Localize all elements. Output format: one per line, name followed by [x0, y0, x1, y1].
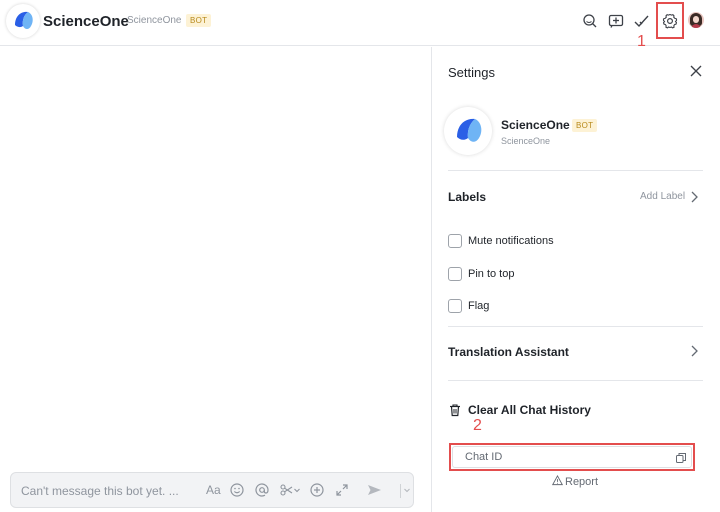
send-icon[interactable] [366, 482, 382, 498]
bot-logo[interactable] [6, 4, 40, 38]
chat-id-field[interactable]: Chat ID [452, 446, 692, 468]
divider [448, 326, 703, 327]
user-avatar[interactable] [688, 12, 704, 28]
pin-to-top-checkbox[interactable] [448, 267, 462, 281]
settings-title: Settings [448, 65, 495, 80]
warning-icon [551, 474, 564, 486]
add-label-link[interactable]: Add Label [640, 191, 685, 202]
chat-header: ScienceOne ScienceOne BOT 1 [0, 0, 720, 50]
flag-label: Flag [468, 300, 490, 312]
settings-highlight-box [656, 2, 684, 39]
bot-badge: BOT [186, 14, 212, 27]
bot-profile-logo [444, 107, 492, 155]
annotation-number-2: 2 [473, 417, 482, 434]
divider [448, 170, 703, 171]
bot-profile-badge: BOT [572, 119, 598, 132]
expand-icon[interactable] [334, 482, 350, 498]
flag-checkbox[interactable] [448, 299, 462, 313]
divider [448, 380, 703, 381]
bot-profile-name: ScienceOne [501, 118, 570, 132]
settings-panel: Settings ScienceOne BOT ScienceOne Label… [431, 47, 720, 512]
scissors-dropdown-icon[interactable] [293, 482, 301, 498]
chat-area: Can't message this bot yet. ... Aa [0, 47, 430, 512]
share-chat-icon[interactable] [606, 11, 626, 31]
chat-subtitle: ScienceOne [127, 15, 182, 26]
clear-chat-history-button[interactable]: Clear All Chat History [468, 403, 591, 417]
text-format-icon[interactable]: Aa [206, 483, 221, 497]
done-check-icon[interactable] [632, 11, 652, 31]
bot-profile-subtitle: ScienceOne [501, 136, 551, 146]
close-icon[interactable] [689, 64, 703, 78]
app-window: ScienceOne ScienceOne BOT 1 Can't messag… [0, 0, 720, 512]
emoji-icon[interactable] [229, 482, 245, 498]
translation-assistant-title[interactable]: Translation Assistant [448, 345, 569, 359]
report-link[interactable]: Report [551, 474, 599, 488]
chevron-right-icon[interactable] [689, 190, 699, 204]
report-label: Report [565, 476, 599, 488]
message-composer[interactable]: Can't message this bot yet. ... Aa [10, 472, 414, 508]
copy-icon[interactable] [675, 451, 687, 463]
mute-notifications-label: Mute notifications [468, 235, 554, 247]
chat-id-label: Chat ID [465, 451, 503, 463]
mute-notifications-checkbox[interactable] [448, 234, 462, 248]
chat-title: ScienceOne [43, 13, 129, 30]
add-icon[interactable] [309, 482, 325, 498]
search-icon[interactable] [580, 11, 600, 31]
labels-title: Labels [448, 190, 487, 204]
pin-to-top-label: Pin to top [468, 268, 515, 280]
chevron-right-icon[interactable] [689, 344, 699, 358]
send-separator [400, 484, 401, 498]
message-input[interactable]: Can't message this bot yet. ... [21, 484, 179, 498]
chevron-down-icon[interactable] [403, 482, 411, 498]
trash-icon[interactable] [448, 403, 462, 417]
mention-icon[interactable] [254, 482, 270, 498]
